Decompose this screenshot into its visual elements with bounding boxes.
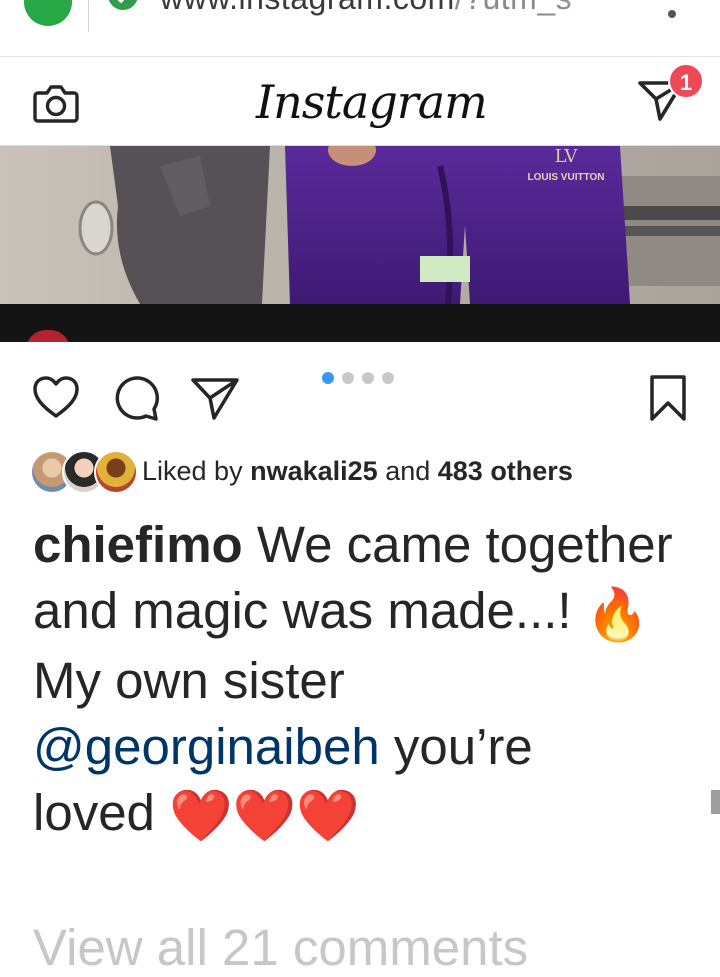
carousel-indicator <box>322 371 402 389</box>
more-vert-icon[interactable] <box>662 0 682 26</box>
scrollbar-thumb[interactable] <box>711 790 720 814</box>
lens-icon[interactable] <box>24 0 72 26</box>
caption-line3-tail: you’re <box>393 717 533 775</box>
heart-icon[interactable] <box>32 375 80 419</box>
post-caption: chiefimo We came together and magic was … <box>33 512 703 849</box>
caption-line2: My own sister <box>33 651 345 709</box>
url-text[interactable]: www.instagram.com/?utm_s <box>160 0 572 17</box>
heart-filled-icon <box>26 330 70 342</box>
heart-emoji-icon: ❤️ <box>169 787 233 845</box>
carousel-dot <box>362 372 374 384</box>
notification-badge: 1 <box>668 63 704 99</box>
avatar <box>94 450 138 494</box>
url-path: /?utm_s <box>455 0 572 16</box>
view-comments-link[interactable]: View all 21 comments <box>33 918 528 977</box>
likes-prefix: Liked by <box>142 456 243 486</box>
url-fade <box>560 0 640 40</box>
heart-emoji-icon: ❤️ <box>232 787 297 845</box>
carousel-dot <box>342 372 354 384</box>
carousel-dot <box>382 372 394 384</box>
heart-emoji-icon: ❤️ <box>296 787 360 845</box>
url-domain: www.instagram.com <box>160 0 455 16</box>
instagram-logo[interactable]: Instagram <box>256 67 488 137</box>
liker-username[interactable]: nwakali25 <box>250 456 378 486</box>
likes-others[interactable]: 483 others <box>438 456 573 486</box>
fire-icon: 🔥 <box>585 585 650 643</box>
instagram-header: Instagram 1 <box>0 57 720 146</box>
camera-icon[interactable] <box>32 81 80 125</box>
bookmark-icon[interactable] <box>648 374 688 422</box>
likes-text[interactable]: Liked by nwakali25 and 483 others <box>142 456 573 487</box>
caption-username[interactable]: chiefimo <box>33 516 243 573</box>
caption-line4: loved <box>33 783 155 841</box>
secure-lock-icon[interactable] <box>108 0 138 10</box>
caption-mention[interactable]: @georginaibeh <box>33 718 380 775</box>
comment-icon[interactable] <box>112 375 160 421</box>
url-divider <box>88 0 89 32</box>
photo-overlay-bar <box>0 304 720 342</box>
post-photo[interactable]: LV LOUIS VUITTON <box>0 146 720 304</box>
liker-avatars[interactable] <box>30 450 140 496</box>
browser-url-bar: www.instagram.com/?utm_s <box>0 0 720 57</box>
likes-connector: and <box>385 456 431 486</box>
svg-text:LV: LV <box>555 146 579 167</box>
share-icon[interactable] <box>190 376 240 420</box>
brand-text: LOUIS VUITTON <box>527 172 604 183</box>
carousel-dot-active <box>322 372 334 384</box>
